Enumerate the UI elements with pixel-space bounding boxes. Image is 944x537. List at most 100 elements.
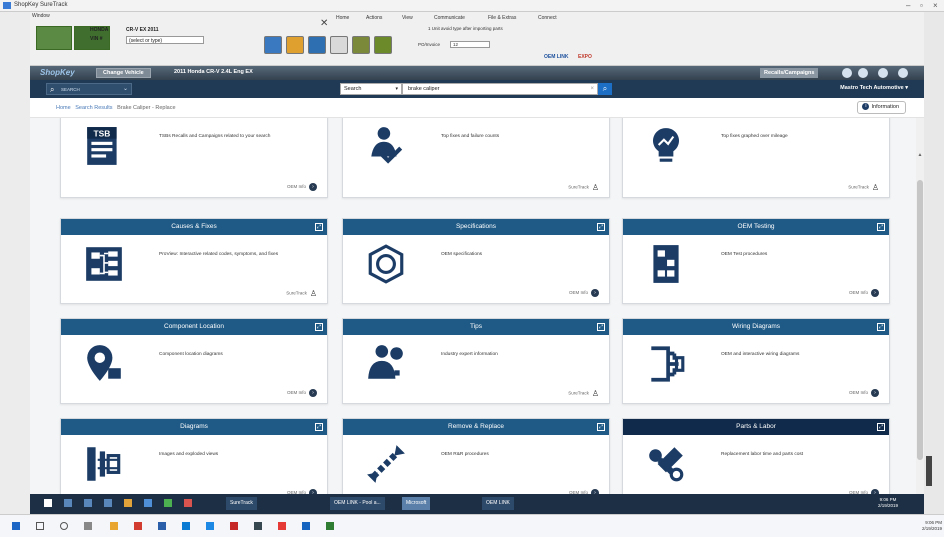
search-input[interactable]: brake caliper × — [402, 83, 598, 95]
start-icon[interactable] — [44, 499, 52, 507]
vehicle-photo-button[interactable] — [36, 26, 72, 50]
result-card-top-1[interactable]: TSB TSBs Recalls and Campaigns related to… — [60, 118, 328, 198]
scroll-up-icon[interactable]: ▲ — [917, 152, 923, 158]
start-icon[interactable] — [12, 522, 20, 530]
result-card-component-location[interactable]: Component Location ⤢ Component location di… — [60, 318, 328, 404]
po-input[interactable]: 12 — [450, 41, 490, 48]
taskbar-app-icon[interactable] — [326, 522, 334, 530]
taskbar-app-icon[interactable] — [302, 522, 310, 530]
actions-menu[interactable]: Actions — [366, 15, 382, 21]
breadcrumb-results[interactable]: Search Results — [75, 105, 112, 111]
files-menu[interactable]: File & Extras — [488, 15, 516, 21]
taskview-icon[interactable] — [84, 499, 92, 507]
card-footer-link[interactable]: SureTrack ♙ — [848, 183, 879, 192]
change-vehicle-button[interactable]: Change Vehicle — [96, 68, 151, 78]
result-card-top-3[interactable]: Top fixes graphed over mileage SureTrack ♙ — [622, 118, 890, 198]
expand-icon[interactable]: ⤢ — [597, 323, 605, 331]
recalls-campaigns-button[interactable]: Recalls/Campaigns — [760, 68, 819, 78]
result-card-oem-testing[interactable]: OEM Testing ⤢ OEM Test procedures OEM Info › — [622, 218, 890, 304]
taskbar-app-icon[interactable] — [144, 499, 152, 507]
expand-icon[interactable]: ⤢ — [597, 423, 605, 431]
home-menu[interactable]: Home — [336, 15, 349, 21]
taskbar-app-icon[interactable] — [206, 522, 214, 530]
card-footer-link[interactable]: OEM Info › — [287, 389, 317, 397]
result-card-remove-replace[interactable]: Remove & Replace ⤢ OEM R&R procedures OEM I… — [342, 418, 610, 494]
tools-icon[interactable] — [878, 68, 888, 78]
minimize-icon[interactable]: – — [906, 1, 910, 10]
vertical-scrollbar[interactable]: ▲ — [916, 118, 924, 494]
card-header[interactable]: Component Location ⤢ — [61, 319, 327, 335]
result-card-specifications[interactable]: Specifications ⤢ OEM specifications OEM Inf… — [342, 218, 610, 304]
toolbar-btn-5[interactable] — [352, 36, 370, 54]
search-scope-select[interactable]: Search ▾ — [340, 83, 402, 95]
card-header[interactable]: Specifications ⤢ — [343, 219, 609, 235]
card-footer-link[interactable]: SureTrack ♙ — [286, 289, 317, 298]
card-footer-link[interactable]: OEM Info › — [849, 289, 879, 297]
expand-icon[interactable]: ⤢ — [877, 223, 885, 231]
taskbar-app-icon[interactable] — [230, 522, 238, 530]
close-vehicle-icon[interactable]: ✕ — [320, 18, 328, 29]
result-card-top-2[interactable]: Top fixes and failure counts SureTrack ♙ — [342, 118, 610, 198]
connect-menu[interactable]: Connect — [538, 15, 557, 21]
card-header[interactable]: Diagrams ⤢ — [61, 419, 327, 435]
taskview-icon[interactable] — [84, 522, 92, 530]
taskbar-item[interactable]: OEM LINK - Pool a... — [330, 497, 385, 510]
taskbar-app-icon[interactable] — [182, 522, 190, 530]
card-header[interactable]: Wiring Diagrams ⤢ — [623, 319, 889, 335]
expand-icon[interactable]: ⤢ — [877, 323, 885, 331]
side-handle[interactable] — [926, 456, 932, 486]
card-header[interactable]: Causes & Fixes ⤢ — [61, 219, 327, 235]
account-menu[interactable]: Mastro Tech Automotive ▾ — [840, 85, 908, 91]
result-card-diagrams[interactable]: Diagrams ⤢ Images and exploded views OEM In… — [60, 418, 328, 494]
expand-icon[interactable]: ⤢ — [315, 423, 323, 431]
oem-link[interactable]: OEM LINK — [544, 54, 568, 60]
quick-search[interactable]: ⌕ SEARCH ⌄ — [46, 83, 132, 95]
expand-icon[interactable]: ⤢ — [877, 423, 885, 431]
maximize-icon[interactable]: ▫ — [920, 1, 923, 10]
taskbar-app-icon[interactable] — [278, 522, 286, 530]
card-footer-link[interactable]: SureTrack ♙ — [568, 389, 599, 398]
user-icon[interactable] — [858, 68, 868, 78]
taskbar-item[interactable]: OEM LINK — [482, 497, 514, 510]
card-header[interactable]: OEM Testing ⤢ — [623, 219, 889, 235]
expand-icon[interactable]: ⤢ — [315, 323, 323, 331]
card-header[interactable]: Remove & Replace ⤢ — [343, 419, 609, 435]
card-header[interactable]: Tips ⤢ — [343, 319, 609, 335]
vin-input[interactable]: (select or type) — [126, 36, 204, 44]
taskbar-app-icon[interactable] — [184, 499, 192, 507]
taskbar-item[interactable]: SureTrack — [226, 497, 257, 510]
taskbar-search-icon[interactable] — [36, 522, 44, 530]
card-header[interactable]: Parts & Labor ⤢ — [623, 419, 889, 435]
expand-icon[interactable]: ⤢ — [315, 223, 323, 231]
toolbar-btn-4[interactable] — [330, 36, 348, 54]
settings-gear-icon[interactable] — [898, 68, 908, 78]
taskbar-app-icon[interactable] — [110, 522, 118, 530]
window-menu[interactable]: Window — [32, 13, 50, 19]
scrollbar-thumb[interactable] — [917, 180, 923, 460]
card-footer-link[interactable]: SureTrack ♙ — [568, 183, 599, 192]
cortana-icon[interactable] — [60, 522, 68, 530]
breadcrumb-home[interactable]: Home — [56, 105, 71, 111]
taskbar-app-icon[interactable] — [254, 522, 262, 530]
information-button[interactable]: i Information — [857, 101, 906, 114]
toggle-icon[interactable] — [842, 68, 852, 78]
taskbar-app-icon[interactable] — [158, 522, 166, 530]
taskbar-app-icon[interactable] — [164, 499, 172, 507]
communicate-menu[interactable]: Communicate — [434, 15, 465, 21]
toolbar-btn-2[interactable] — [286, 36, 304, 54]
result-card-wiring-diagrams[interactable]: Wiring Diagrams ⤢ OEM and interactive wiri… — [622, 318, 890, 404]
taskbar-app-icon[interactable] — [134, 522, 142, 530]
clear-icon[interactable]: × — [590, 84, 594, 94]
card-footer-link[interactable]: OEM Info › — [287, 183, 317, 191]
result-card-tips[interactable]: Tips ⤢ Industry expert information SureTrac… — [342, 318, 610, 404]
card-footer-link[interactable]: OEM Info › — [849, 389, 879, 397]
result-card-parts-labor[interactable]: Parts & Labor ⤢ Replacement labor time and… — [622, 418, 890, 494]
search-button[interactable]: ⌕ — [598, 83, 612, 95]
expand-icon[interactable]: ⤢ — [597, 223, 605, 231]
taskbar-search-icon[interactable] — [64, 499, 72, 507]
close-icon[interactable]: × — [933, 1, 938, 10]
view-menu[interactable]: View — [402, 15, 413, 21]
card-footer-link[interactable]: OEM Info › — [569, 289, 599, 297]
toolbar-btn-3[interactable] — [308, 36, 326, 54]
taskbar-app-icon[interactable] — [104, 499, 112, 507]
